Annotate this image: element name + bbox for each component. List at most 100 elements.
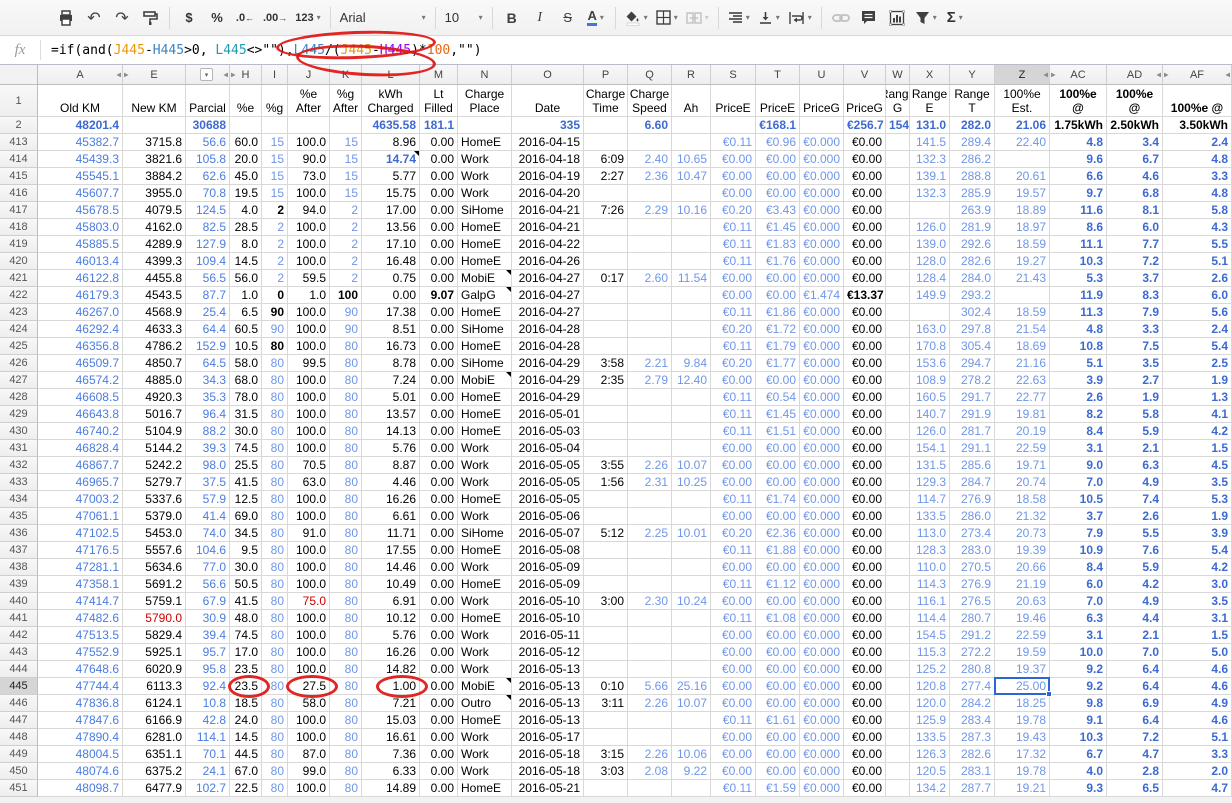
cell-S437[interactable]: €0.11: [711, 542, 756, 559]
cell-O434[interactable]: 2016-05-05: [512, 491, 584, 508]
cell-AF430[interactable]: 4.2: [1163, 423, 1232, 440]
cell-W419[interactable]: [886, 236, 910, 253]
cell-AF433[interactable]: 3.5: [1163, 474, 1232, 491]
cell-P423[interactable]: [584, 304, 628, 321]
cell-AC451[interactable]: 9.3: [1050, 780, 1107, 797]
cell-M426[interactable]: 0.00: [420, 355, 458, 372]
cell-N432[interactable]: Work: [458, 457, 512, 474]
cell-Z434[interactable]: 18.58: [995, 491, 1050, 508]
cell-Q442[interactable]: [628, 627, 672, 644]
cell-N430[interactable]: HomeE: [458, 423, 512, 440]
cell-V431[interactable]: €0.00: [844, 440, 886, 457]
cell-S443[interactable]: €0.00: [711, 644, 756, 661]
cell-S439[interactable]: €0.11: [711, 576, 756, 593]
cell-K424[interactable]: 90: [330, 321, 362, 338]
cell-U2[interactable]: [800, 117, 844, 134]
cell-Z450[interactable]: 19.78: [995, 763, 1050, 780]
cell-A428[interactable]: 46608.5: [38, 389, 123, 406]
cell-A423[interactable]: 46267.0: [38, 304, 123, 321]
cell-AF414[interactable]: 4.8: [1163, 151, 1232, 168]
cell-E440[interactable]: 5759.1: [123, 593, 186, 610]
cell-Z427[interactable]: 22.63: [995, 372, 1050, 389]
cell-K435[interactable]: 80: [330, 508, 362, 525]
cell-N421[interactable]: MobiE: [458, 270, 512, 287]
cell-H417[interactable]: 4.0: [230, 202, 262, 219]
row-header-449[interactable]: 449: [0, 746, 38, 763]
cell-M423[interactable]: 0.00: [420, 304, 458, 321]
cell-I441[interactable]: 80: [262, 610, 288, 627]
cell-AC449[interactable]: 6.7: [1050, 746, 1107, 763]
cell-I446[interactable]: 80: [262, 695, 288, 712]
cell-AC418[interactable]: 8.6: [1050, 219, 1107, 236]
cell-U433[interactable]: €0.000: [800, 474, 844, 491]
cell-K413[interactable]: 15: [330, 134, 362, 151]
row-header-417[interactable]: 417: [0, 202, 38, 219]
cell-N444[interactable]: Work: [458, 661, 512, 678]
cell-K418[interactable]: 2: [330, 219, 362, 236]
cell-AF417[interactable]: 5.8: [1163, 202, 1232, 219]
cell-O433[interactable]: 2016-05-05: [512, 474, 584, 491]
filter-dropdown-icon[interactable]: ▾: [200, 68, 213, 81]
cell-V429[interactable]: €0.00: [844, 406, 886, 423]
cell-W426[interactable]: [886, 355, 910, 372]
row-header-441[interactable]: 441: [0, 610, 38, 627]
cell-AD429[interactable]: 5.8: [1107, 406, 1163, 423]
cell-P445[interactable]: 0:10: [584, 678, 628, 695]
cell-W440[interactable]: [886, 593, 910, 610]
cell-Z440[interactable]: 20.63: [995, 593, 1050, 610]
cell-AF449[interactable]: 3.3: [1163, 746, 1232, 763]
cell-Q433[interactable]: 2.31: [628, 474, 672, 491]
cell-AF432[interactable]: 4.5: [1163, 457, 1232, 474]
cell-P432[interactable]: 3:55: [584, 457, 628, 474]
cell-O414[interactable]: 2016-04-18: [512, 151, 584, 168]
cell-T421[interactable]: €0.00: [756, 270, 800, 287]
cell-J430[interactable]: 100.0: [288, 423, 330, 440]
cell-Q423[interactable]: [628, 304, 672, 321]
cell-AD436[interactable]: 5.5: [1107, 525, 1163, 542]
cell-Z449[interactable]: 17.32: [995, 746, 1050, 763]
cell-J428[interactable]: 100.0: [288, 389, 330, 406]
cell-J420[interactable]: 100.0: [288, 253, 330, 270]
cell-N415[interactable]: Work: [458, 168, 512, 185]
cell-H425[interactable]: 10.5: [230, 338, 262, 355]
cell-K436[interactable]: 80: [330, 525, 362, 542]
cell-R449[interactable]: 10.06: [672, 746, 711, 763]
cell-AC436[interactable]: 7.9: [1050, 525, 1107, 542]
cell-L445[interactable]: 1.00: [362, 678, 420, 695]
cell-Y420[interactable]: 282.6: [950, 253, 995, 270]
cell-N441[interactable]: HomeE: [458, 610, 512, 627]
cell-Y434[interactable]: 276.9: [950, 491, 995, 508]
cell-Z437[interactable]: 19.39: [995, 542, 1050, 559]
cell-W449[interactable]: [886, 746, 910, 763]
column-header-H[interactable]: H▶: [230, 65, 262, 85]
cell-N413[interactable]: HomeE: [458, 134, 512, 151]
cell-AF448[interactable]: 5.1: [1163, 729, 1232, 746]
hidden-columns-left-icon[interactable]: ▶: [1051, 71, 1056, 78]
cell-L420[interactable]: 16.48: [362, 253, 420, 270]
cell-Q413[interactable]: [628, 134, 672, 151]
cell-AC444[interactable]: 9.2: [1050, 661, 1107, 678]
cell-Z446[interactable]: 18.25: [995, 695, 1050, 712]
cell-P449[interactable]: 3:15: [584, 746, 628, 763]
cell-H429[interactable]: 31.5: [230, 406, 262, 423]
cell-Z451[interactable]: 19.21: [995, 780, 1050, 797]
text-wrap-button[interactable]: ▾: [785, 5, 815, 31]
column-header-AF[interactable]: AF▶◀: [1163, 65, 1232, 85]
cell-M427[interactable]: 0.00: [420, 372, 458, 389]
cell-S449[interactable]: €0.00: [711, 746, 756, 763]
cell-Y433[interactable]: 284.7: [950, 474, 995, 491]
cell-Z424[interactable]: 21.54: [995, 321, 1050, 338]
font-size-select[interactable]: 10 ▾: [442, 5, 486, 31]
cell-A436[interactable]: 47102.5: [38, 525, 123, 542]
cell-N423[interactable]: HomeE: [458, 304, 512, 321]
cell-L441[interactable]: 10.12: [362, 610, 420, 627]
cell-A446[interactable]: 47836.8: [38, 695, 123, 712]
cell-V427[interactable]: €0.00: [844, 372, 886, 389]
cell-Z448[interactable]: 19.43: [995, 729, 1050, 746]
row-header-427[interactable]: 427: [0, 372, 38, 389]
cell-W439[interactable]: [886, 576, 910, 593]
cell-S417[interactable]: €0.20: [711, 202, 756, 219]
cell-F433[interactable]: 37.5: [186, 474, 230, 491]
cell-H448[interactable]: 14.5: [230, 729, 262, 746]
cell-U436[interactable]: €0.000: [800, 525, 844, 542]
